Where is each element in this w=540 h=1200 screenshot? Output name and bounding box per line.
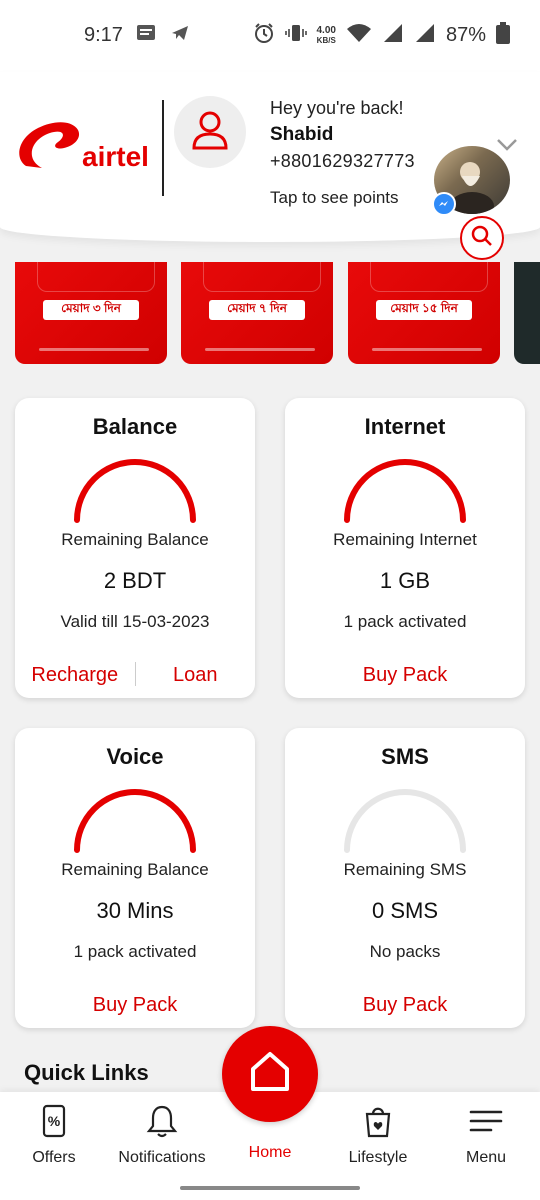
validity-text: Valid till 15-03-2023 [60,612,210,631]
sms-card[interactable]: SMS Remaining SMS 0 SMS No packs Buy Pac… [285,728,525,1028]
pack-status: No packs [369,942,441,961]
wifi-icon [346,22,372,49]
voice-value: 30 Mins [96,898,174,923]
nav-lifestyle[interactable]: Lifestyle [328,1104,428,1167]
offer-banner[interactable]: মেয়াদ ৭ দিন [181,262,333,364]
internet-gauge [344,459,466,523]
offers-icon: % [37,1104,71,1142]
avatar[interactable] [174,96,246,168]
card-title: Balance [92,414,178,439]
buy-internet-pack-button[interactable]: Buy Pack [363,664,447,687]
balance-gauge [74,459,196,523]
messenger-icon [432,192,456,216]
loan-button[interactable]: Loan [136,664,256,687]
internet-card[interactable]: Internet Remaining Internet 1 GB 1 pack … [285,398,525,698]
user-name: Shabid [270,124,334,145]
status-bar: 9:17 4.00 KB/S 87% [0,0,540,72]
airtel-logo: airtel [12,112,157,182]
message-icon [136,24,156,47]
phone-number: +8801629327773 [270,151,415,171]
balance-card[interactable]: Balance Remaining Balance 2 BDT Valid ti… [15,398,255,698]
balance-value: 2 BDT [103,568,167,593]
home-icon [247,1049,293,1100]
network-speed: 4.00 KB/S [316,24,336,45]
user-icon [188,108,232,157]
svg-text:airtel: airtel [82,141,149,172]
voice-gauge [74,789,196,853]
chevron-down-icon[interactable] [496,138,518,157]
bell-icon [145,1105,179,1142]
menu-icon [469,1110,503,1142]
nav-offers[interactable]: % Offers [4,1104,104,1167]
points-link[interactable]: Tap to see points [270,188,399,208]
battery-icon [496,22,510,49]
telegram-icon [170,24,190,47]
card-subtitle: Remaining SMS [343,860,467,879]
recharge-button[interactable]: Recharge [15,664,135,687]
card-title: SMS [381,744,429,769]
signal-icon [414,22,436,49]
signal-icon [382,22,404,49]
buy-sms-pack-button[interactable]: Buy Pack [363,994,447,1017]
offer-banner[interactable]: মেয়াদ ৩ দিন [15,262,167,364]
search-button[interactable] [460,216,504,260]
profile-header: airtel Hey you're back! Shabid +88016293… [0,72,540,260]
sms-gauge [344,789,466,853]
banner-validity: মেয়াদ ১৫ দিন [376,300,472,320]
banner-validity: মেয়াদ ৩ দিন [43,300,139,320]
buy-voice-pack-button[interactable]: Buy Pack [93,994,177,1017]
alarm-icon [253,22,275,49]
pack-status: 1 pack activated [343,612,467,631]
voice-card[interactable]: Voice Remaining Balance 30 Mins 1 pack a… [15,728,255,1028]
nav-menu[interactable]: Menu [436,1104,536,1167]
battery-percent: 87% [445,24,486,46]
status-time: 9:17 [84,24,123,46]
offer-banner[interactable] [514,262,540,364]
svg-text:%: % [48,1113,61,1129]
card-subtitle: Remaining Balance [61,860,209,879]
home-button[interactable] [222,1026,318,1122]
pack-status: 1 pack activated [73,942,197,961]
offer-banner-carousel[interactable]: মেয়াদ ৩ দিন মেয়াদ ৭ দিন মেয়াদ ১৫ দিন [0,262,540,366]
gesture-bar[interactable] [180,1186,360,1190]
search-icon [470,224,494,253]
vibrate-icon [284,22,307,49]
card-title: Voice [106,744,164,769]
sms-value: 0 SMS [371,898,439,923]
banner-validity: মেয়াদ ৭ দিন [209,300,305,320]
header-divider [162,100,164,196]
shopping-bag-icon [361,1107,395,1142]
card-title: Internet [364,414,446,439]
card-subtitle: Remaining Balance [61,530,209,549]
quick-links-heading: Quick Links [24,1060,149,1085]
offer-banner[interactable]: মেয়াদ ১৫ দিন [348,262,500,364]
greeting-text: Hey you're back! [270,98,404,118]
internet-value: 1 GB [379,568,431,593]
card-subtitle: Remaining Internet [333,530,477,549]
nav-notifications[interactable]: Notifications [112,1104,212,1167]
